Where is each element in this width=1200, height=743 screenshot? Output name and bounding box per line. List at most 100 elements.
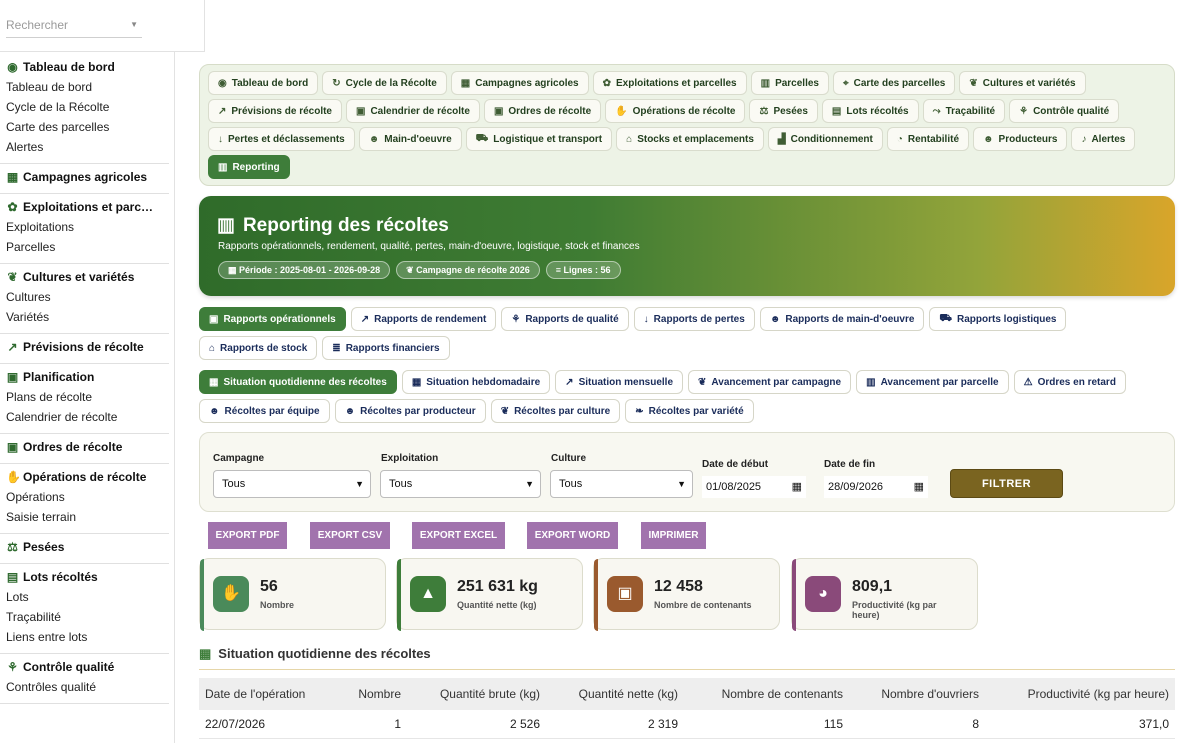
sidebar-heading-lots-recoltes[interactable]: ▤ Lots récoltés — [6, 567, 169, 587]
report-tabs: ▣ Rapports opérationnels ↗ Rapports de rend… — [199, 307, 1175, 360]
column-header[interactable]: Productivité (kg par heure) — [985, 678, 1175, 710]
subtab-situation-hebdomadaire[interactable]: ▦ Situation hebdomadaire — [401, 370, 551, 394]
sidebar-item-parcelles[interactable]: Parcelles — [6, 237, 169, 257]
sidebar-heading-campagnes-agricoles[interactable]: ▦ Campagnes agricoles — [6, 167, 169, 187]
subtab-recoltes-par-variete[interactable]: ❧ Récoltes par variété — [625, 399, 754, 423]
tab-reporting[interactable]: ▥ Reporting — [208, 155, 290, 179]
sidebar-item-tableau-de-bord[interactable]: Tableau de bord — [6, 77, 169, 97]
sidebar-item-varietes[interactable]: Variétés — [6, 307, 169, 327]
tab-parcelles[interactable]: ▥ Parcelles — [750, 71, 829, 95]
tab-main-d-oeuvre[interactable]: ☻ Main-d'oeuvre — [358, 127, 462, 151]
subtab-recoltes-par-culture[interactable]: ❦ Récoltes par culture — [490, 399, 621, 423]
sidebar-heading-previsions-de-recolte[interactable]: ↗ Prévisions de récolte — [6, 337, 169, 357]
report-subtabs: ▦ Situation quotidienne des récoltes ▦ Situ… — [199, 370, 1175, 423]
sidebar-heading-pesees[interactable]: ⚖ Pesées — [6, 537, 169, 557]
sidebar-item-lots[interactable]: Lots — [6, 587, 169, 607]
tab-pesees[interactable]: ⚖ Pesées — [749, 99, 818, 123]
tab-tableau-de-bord[interactable]: ◉ Tableau de bord — [208, 71, 319, 95]
report-tab-rapports-financiers[interactable]: ≣ Rapports financiers — [322, 336, 450, 360]
filter-button[interactable]: FILTRER — [950, 469, 1063, 498]
export-pdf-button[interactable]: EXPORT PDF — [208, 522, 287, 549]
subtab-recoltes-par-equipe[interactable]: ☻ Récoltes par équipe — [199, 399, 330, 423]
report-tab-rapports-logistiques[interactable]: ⛟ Rapports logistiques — [929, 307, 1067, 331]
column-header[interactable]: Quantité brute (kg) — [407, 678, 546, 710]
subtab-recoltes-par-producteur[interactable]: ☻ Récoltes par producteur — [334, 399, 486, 423]
exploitation-select[interactable]: Tous ▼ — [380, 470, 541, 498]
subtab-avancement-par-campagne[interactable]: ❦ Avancement par campagne — [688, 370, 852, 394]
sidebar-item-cycle-de-la-recolte[interactable]: Cycle de la Récolte — [6, 97, 169, 117]
sidebar-item-exploitations[interactable]: Exploitations — [6, 217, 169, 237]
tab-stocks-et-emplacements[interactable]: ⌂ Stocks et emplacements — [616, 127, 764, 151]
module-tabs: ◉ Tableau de bord ↻ Cycle de la Récolte ▦ Cam… — [199, 64, 1175, 186]
tab-campagnes-agricoles[interactable]: ▦ Campagnes agricoles — [450, 71, 589, 95]
date-debut-input[interactable]: 01/08/2025 ▦ — [702, 476, 806, 498]
tab-carte-des-parcelles[interactable]: ⌖ Carte des parcelles — [833, 71, 956, 95]
sidebar-item-tracabilite[interactable]: Traçabilité — [6, 607, 169, 627]
report-tab-rapports-de-main-d-oeuvre[interactable]: ☻ Rapports de main-d'oeuvre — [759, 307, 925, 331]
sidebar-item-operations[interactable]: Opérations — [6, 487, 169, 507]
tab-conditionnement[interactable]: ▟ Conditionnement — [767, 127, 883, 151]
tab-cultures-et-varietes[interactable]: ❦ Cultures et variétés — [959, 71, 1086, 95]
sidebar-heading-controle-qualite[interactable]: ⚘ Contrôle qualité — [6, 657, 169, 677]
tab-exploitations-et-parcelles[interactable]: ✿ Exploitations et parcelles — [592, 71, 747, 95]
culture-select[interactable]: Tous ▼ — [550, 470, 693, 498]
sidebar-item-carte-des-parcelles[interactable]: Carte des parcelles — [6, 117, 169, 137]
sidebar-item-controles-qualite[interactable]: Contrôles qualité — [6, 677, 169, 697]
sidebar-heading-cultures-et-varietes[interactable]: ❦ Cultures et variétés — [6, 267, 169, 287]
sidebar-item-cultures[interactable]: Cultures — [6, 287, 169, 307]
tab-label: Reporting — [232, 161, 280, 173]
sidebar-item-saisie-terrain[interactable]: Saisie terrain — [6, 507, 169, 527]
sidebar-item-alertes[interactable]: Alertes — [6, 137, 169, 157]
tab-previsions-de-recolte[interactable]: ↗ Prévisions de récolte — [208, 99, 342, 123]
sidebar-item-calendrier-de-recolte[interactable]: Calendrier de récolte — [6, 407, 169, 427]
tab-rentabilite[interactable]: ◔ Rentabilité — [886, 127, 970, 151]
column-header[interactable]: Date de l'opération — [199, 678, 329, 710]
chevron-down-icon[interactable]: ▼ — [130, 20, 138, 29]
tab-lots-recoltes[interactable]: ▤ Lots récoltés — [821, 99, 919, 123]
tab-alertes[interactable]: ♪ Alertes — [1071, 127, 1136, 151]
subtab-avancement-par-parcelle[interactable]: ▥ Avancement par parcelle — [856, 370, 1009, 394]
report-tab-rapports-de-qualite[interactable]: ⚘ Rapports de qualité — [501, 307, 629, 331]
search-input[interactable]: Rechercher ▼ — [6, 18, 142, 38]
date-fin-input[interactable]: 28/09/2026 ▦ — [824, 476, 928, 498]
print-button[interactable]: IMPRIMER — [641, 522, 706, 549]
bell-icon: ♪ — [1081, 133, 1087, 145]
sidebar-heading-planification[interactable]: ▣ Planification — [6, 367, 169, 387]
report-tab-rapports-operationnels[interactable]: ▣ Rapports opérationnels — [199, 307, 346, 331]
report-tab-rapports-de-pertes[interactable]: ↓ Rapports de pertes — [633, 307, 755, 331]
column-header[interactable]: Quantité nette (kg) — [546, 678, 684, 710]
subtab-ordres-en-retard[interactable]: ⚠ Ordres en retard — [1013, 370, 1126, 394]
sidebar-heading-label: Cultures et variétés — [23, 270, 135, 284]
sidebar-heading-exploitations-et-parc[interactable]: ✿ Exploitations et parc… — [6, 197, 169, 217]
column-header[interactable]: Nombre — [329, 678, 407, 710]
table-header-row: Date de l'opération Nombre Quantité brut… — [199, 678, 1175, 710]
sidebar-heading-ordres-de-recolte[interactable]: ▣ Ordres de récolte — [6, 437, 169, 457]
tab-logistique-et-transport[interactable]: ⛟ Logistique et transport — [465, 127, 613, 151]
tab-operations-de-recolte[interactable]: ✋ Opérations de récolte — [605, 99, 746, 123]
subtab-label: Récoltes par producteur — [360, 405, 476, 417]
export-excel-button[interactable]: EXPORT EXCEL — [412, 522, 505, 549]
tab-calendrier-de-recolte[interactable]: ▣ Calendrier de récolte — [346, 99, 480, 123]
calendar-icon[interactable]: ▦ — [792, 476, 802, 498]
report-tab-rapports-de-rendement[interactable]: ↗ Rapports de rendement — [350, 307, 497, 331]
tab-controle-qualite[interactable]: ⚘ Contrôle qualité — [1009, 99, 1120, 123]
tab-ordres-de-recolte[interactable]: ▣ Ordres de récolte — [483, 99, 602, 123]
campagne-select[interactable]: Tous ▼ — [213, 470, 371, 498]
subtab-situation-quotidienne-des-recoltes[interactable]: ▦ Situation quotidienne des récoltes — [199, 370, 397, 394]
report-tab-rapports-de-stock[interactable]: ⌂ Rapports de stock — [199, 336, 318, 360]
tab-tracabilite[interactable]: ⤳ Traçabilité — [922, 99, 1006, 123]
sidebar-heading-tableau-de-bord[interactable]: ◉ Tableau de bord — [6, 57, 169, 77]
export-word-button[interactable]: EXPORT WORD — [527, 522, 618, 549]
column-header[interactable]: Nombre de contenants — [684, 678, 849, 710]
truck-icon: ⛟ — [939, 312, 953, 324]
sidebar-item-plans-de-recolte[interactable]: Plans de récolte — [6, 387, 169, 407]
column-header[interactable]: Nombre d'ouvriers — [849, 678, 985, 710]
sidebar-item-liens-entre-lots[interactable]: Liens entre lots — [6, 627, 169, 647]
calendar-icon[interactable]: ▦ — [914, 476, 924, 498]
tab-cycle-de-la-recolte[interactable]: ↻ Cycle de la Récolte — [322, 71, 447, 95]
subtab-situation-mensuelle[interactable]: ↗ Situation mensuelle — [555, 370, 684, 394]
sidebar-heading-operations-de-recolte[interactable]: ✋ Opérations de récolte — [6, 467, 169, 487]
export-csv-button[interactable]: EXPORT CSV — [310, 522, 390, 549]
tab-producteurs[interactable]: ☻ Producteurs — [973, 127, 1068, 151]
tab-pertes-et-declassements[interactable]: ↓ Pertes et déclassements — [208, 127, 355, 151]
